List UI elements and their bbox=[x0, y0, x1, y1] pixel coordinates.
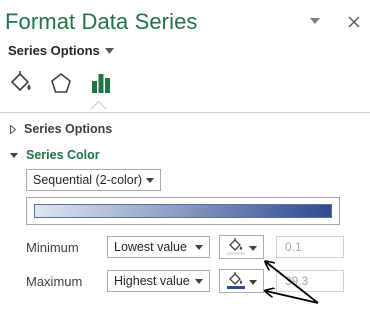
maximum-color-swatch bbox=[227, 286, 245, 289]
section-series-color-label: Series Color bbox=[26, 148, 100, 162]
color-gradient-preview bbox=[26, 197, 340, 225]
maximum-label: Maximum bbox=[26, 274, 83, 289]
chevron-down-icon bbox=[249, 280, 257, 285]
gradient-bar bbox=[34, 204, 332, 218]
section-series-color[interactable]: Series Color bbox=[10, 148, 100, 162]
chevron-down-icon bbox=[195, 279, 203, 284]
section-series-options[interactable]: Series Options bbox=[10, 122, 112, 136]
pentagon-icon bbox=[51, 72, 71, 93]
minimum-color-swatch bbox=[227, 252, 245, 255]
tab-series-options[interactable] bbox=[86, 68, 116, 98]
paint-bucket-icon bbox=[227, 238, 245, 255]
triangle-down-icon bbox=[10, 153, 18, 158]
minimum-color-picker[interactable] bbox=[219, 235, 264, 259]
annotation-arrow-maximum bbox=[266, 291, 319, 304]
bar-chart-icon bbox=[92, 74, 110, 93]
format-tabs bbox=[0, 68, 370, 117]
tab-fill-line[interactable] bbox=[6, 68, 36, 98]
close-button[interactable] bbox=[345, 13, 363, 31]
pane-title: Format Data Series bbox=[5, 9, 198, 34]
color-scheme-dropdown[interactable]: Sequential (2-color) bbox=[26, 169, 161, 191]
chevron-down-icon bbox=[104, 47, 114, 54]
chevron-down-icon bbox=[249, 246, 257, 251]
close-icon bbox=[348, 16, 360, 28]
format-data-series-pane: Format Data Series Series Options Series… bbox=[0, 0, 370, 335]
minimum-label: Minimum bbox=[26, 240, 79, 255]
chevron-down-icon bbox=[195, 245, 203, 250]
minimum-type-value: Lowest value bbox=[114, 240, 187, 254]
tab-separator bbox=[0, 112, 370, 113]
maximum-type-dropdown[interactable]: Highest value bbox=[107, 270, 210, 292]
series-options-menu-label: Series Options bbox=[8, 43, 100, 58]
pane-options-dropdown[interactable] bbox=[308, 15, 322, 27]
paint-bucket-icon bbox=[10, 71, 31, 92]
minimum-type-dropdown[interactable]: Lowest value bbox=[107, 236, 210, 258]
section-series-options-label: Series Options bbox=[24, 122, 113, 136]
color-scheme-value: Sequential (2-color) bbox=[33, 173, 143, 187]
maximum-type-value: Highest value bbox=[114, 274, 190, 288]
chevron-right-icon bbox=[10, 124, 16, 134]
chevron-down-icon bbox=[310, 18, 320, 24]
tab-effects[interactable] bbox=[46, 68, 76, 98]
minimum-value-input[interactable]: 0.1 bbox=[276, 236, 344, 258]
active-tab-indicator bbox=[90, 100, 107, 117]
series-options-menu[interactable]: Series Options bbox=[8, 43, 114, 58]
maximum-color-picker[interactable] bbox=[219, 269, 264, 293]
chevron-down-icon bbox=[146, 178, 154, 183]
paint-bucket-icon bbox=[227, 272, 245, 289]
maximum-value-input[interactable]: 39.3 bbox=[276, 270, 344, 292]
